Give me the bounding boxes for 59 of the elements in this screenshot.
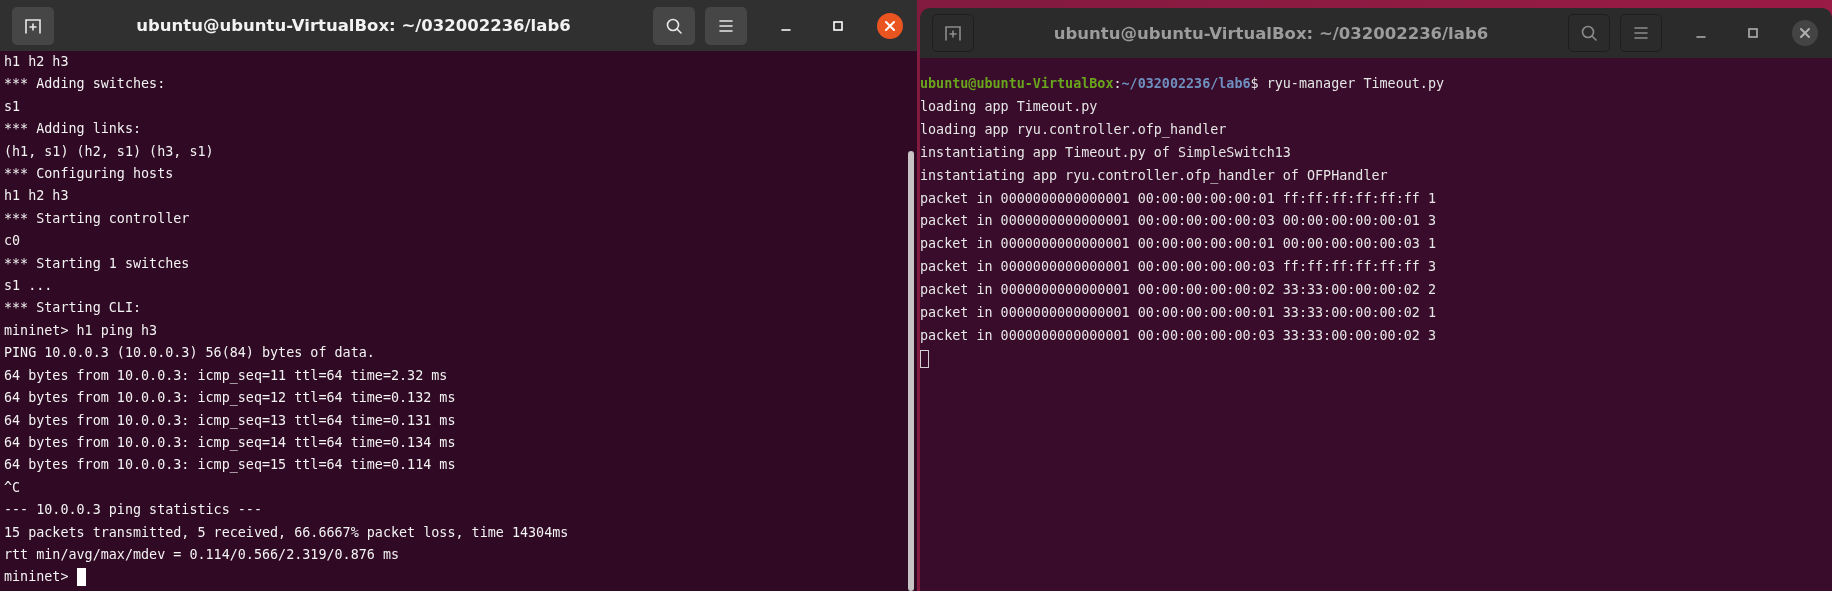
scrollbar-thumb[interactable] — [908, 151, 914, 591]
output-line: loading app ryu.controller.ofp_handler — [920, 121, 1227, 137]
output-line: *** Starting controller — [4, 210, 190, 226]
menu-button[interactable] — [705, 6, 747, 45]
output-line: 64 bytes from 10.0.0.3: icmp_seq=11 ttl=64 time=2.32 ms — [4, 367, 448, 383]
close-button[interactable] — [877, 12, 903, 39]
maximize-icon — [1747, 27, 1759, 39]
output-line: packet in 0000000000000001 00:00:00:00:00:01 00:00:00:00:00:03 1 — [920, 236, 1436, 252]
new-tab-icon — [944, 24, 962, 42]
output-line: *** Starting CLI: — [4, 300, 142, 316]
output-line: rtt min/avg/max/mdev = 0.114/0.566/2.319/0.876 ms — [4, 546, 400, 562]
output-line: 15 packets transmitted, 5 received, 66.6667% packet loss, time 14304ms — [4, 524, 569, 540]
output-line: PING 10.0.0.3 (10.0.0.3) 56(84) bytes of data. — [4, 345, 375, 361]
output-line: mininet> h1 ping h3 — [4, 322, 158, 338]
output-line: instantiating app ryu.controller.ofp_handler of OFPHandler — [920, 167, 1388, 183]
output-line: 64 bytes from 10.0.0.3: icmp_seq=15 ttl=64 time=0.114 ms — [4, 457, 456, 473]
output-line: packet in 0000000000000001 00:00:00:00:00:03 33:33:00:00:00:02 3 — [920, 327, 1436, 343]
output-line: packet in 0000000000000001 00:00:00:00:00:02 33:33:00:00:00:02 2 — [920, 282, 1436, 298]
menu-button[interactable] — [1620, 14, 1662, 52]
output-line: ^C — [4, 479, 21, 495]
output-line: *** Adding switches: — [4, 76, 166, 92]
output-line: *** Adding links: — [4, 121, 142, 137]
output-line: (h1, s1) (h2, s1) (h3, s1) — [4, 143, 214, 159]
search-button[interactable] — [653, 6, 695, 45]
output-line: s1 — [4, 98, 21, 114]
prompt-text: mininet> — [4, 569, 69, 585]
output-line: loading app Timeout.py — [920, 98, 1098, 114]
output-line: c0 — [4, 233, 21, 249]
close-icon — [1799, 27, 1811, 39]
output-line: 64 bytes from 10.0.0.3: icmp_seq=14 ttl=64 time=0.134 ms — [4, 434, 456, 450]
new-tab-button[interactable] — [12, 6, 54, 45]
close-icon — [884, 19, 896, 32]
output-line: packet in 0000000000000001 00:00:00:00:00:01 33:33:00:00:00:02 1 — [920, 305, 1436, 321]
menu-icon — [1633, 26, 1649, 40]
output-line: packet in 0000000000000001 00:00:00:00:00:03 ff:ff:ff:ff:ff:ff 3 — [920, 259, 1436, 275]
output-line: 64 bytes from 10.0.0.3: icmp_seq=13 ttl=64 time=0.131 ms — [4, 412, 456, 428]
new-tab-button[interactable] — [932, 14, 974, 52]
menu-icon — [718, 18, 734, 33]
search-icon — [1580, 24, 1598, 42]
output-line: s1 ... — [4, 278, 53, 294]
output-line: h1 h2 h3 — [4, 188, 69, 204]
output-line: packet in 0000000000000001 00:00:00:00:00:03 00:00:00:00:00:01 3 — [920, 213, 1436, 229]
output-line: *** Configuring hosts — [4, 166, 174, 182]
output-line: 64 bytes from 10.0.0.3: icmp_seq=12 ttl=64 time=0.132 ms — [4, 390, 456, 406]
minimize-icon — [1696, 36, 1706, 38]
output-line: packet in 0000000000000001 00:00:00:00:00:01 ff:ff:ff:ff:ff:ff 1 — [920, 190, 1436, 206]
window-title: ubuntu@ubuntu-VirtualBox: ~/032002236/lab6 — [1053, 23, 1489, 43]
output-line: h1 h2 h3 — [4, 54, 69, 69]
prompt-line: ubuntu@ubuntu-VirtualBox:~/032002236/lab6$ ryu-manager Timeout.py — [920, 76, 1445, 91]
search-button[interactable] — [1568, 14, 1610, 52]
search-icon — [665, 16, 683, 35]
maximize-icon — [832, 19, 844, 32]
close-button[interactable] — [1792, 20, 1818, 46]
output-line: --- 10.0.0.3 ping statistics --- — [4, 502, 262, 518]
output-line: instantiating app Timeout.py of SimpleSwitch13 — [920, 144, 1291, 160]
new-tab-icon — [24, 16, 42, 35]
minimize-icon — [781, 28, 791, 31]
window-title: ubuntu@ubuntu-VirtualBox: ~/032002236/lab6 — [136, 16, 571, 35]
output-line: *** Starting 1 switches — [4, 255, 190, 271]
